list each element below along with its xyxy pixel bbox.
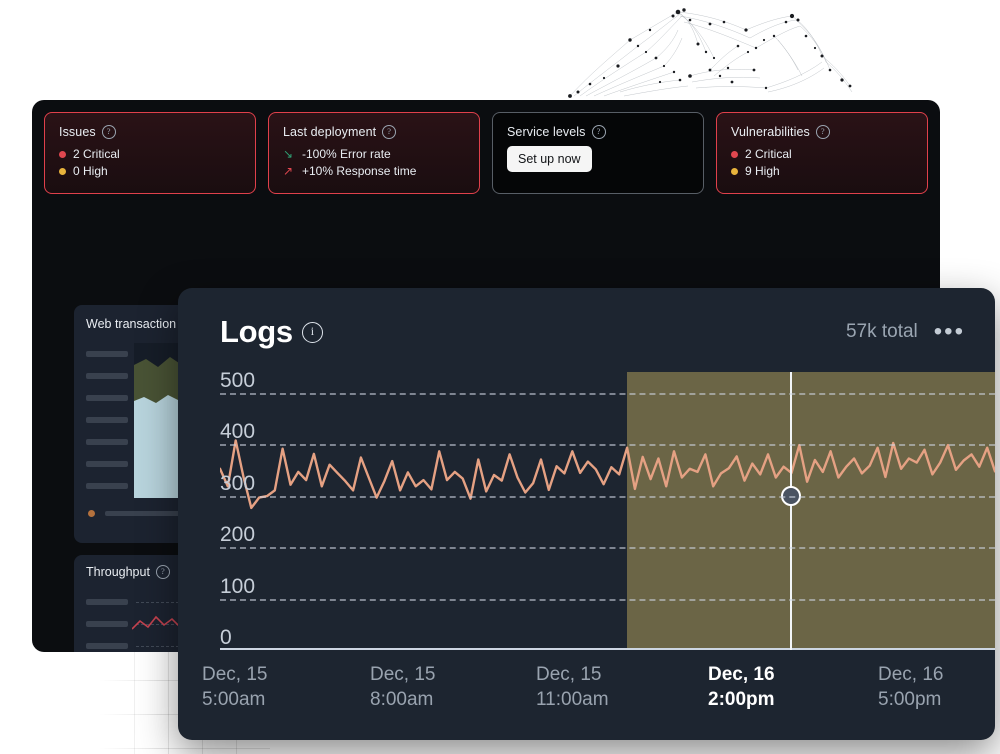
xtick-date: Dec, 15	[202, 662, 267, 687]
card-deployment-row-response: ↗ +10% Response time	[283, 163, 465, 180]
logs-chart-ytick-500: 500	[220, 369, 255, 393]
logs-chart-gridline	[220, 599, 995, 601]
card-issues-row-high: 0 High	[59, 163, 241, 180]
logs-chart-ytick-400: 400	[220, 420, 255, 444]
card-last-deployment-title: Last deployment ?	[283, 125, 465, 139]
card-issues-label: Issues	[59, 125, 96, 139]
logs-chart-xtick: Dec, 158:00am	[370, 662, 435, 712]
card-service-levels-title: Service levels ?	[507, 125, 689, 139]
card-deployment-error-text: -100% Error rate	[302, 146, 391, 163]
logs-chart-ytick-100: 100	[220, 575, 255, 599]
logs-chart-xtick: Dec, 162:00pm	[708, 662, 775, 712]
logs-chart-gridline	[220, 393, 995, 395]
logs-chart-gridline	[220, 547, 995, 549]
logs-chart-ytick-200: 200	[220, 523, 255, 547]
network-node-graphic	[560, 0, 860, 100]
legend-dot-orange	[88, 510, 95, 517]
card-deployment-row-error: ↘ -100% Error rate	[283, 146, 465, 163]
logs-header-controls: 57k total •••	[846, 321, 965, 343]
card-vulnerabilities-row-high: 9 High	[731, 163, 913, 180]
help-icon[interactable]: ?	[592, 125, 606, 139]
logs-chart-plot-area: 500 400 300 200 100 0	[178, 372, 995, 650]
card-service-levels-label: Service levels	[507, 125, 586, 139]
help-icon[interactable]: ?	[382, 125, 396, 139]
logs-chart[interactable]: 500 400 300 200 100 0	[178, 372, 995, 650]
card-vulnerabilities-row-critical: 2 Critical	[731, 146, 913, 163]
logs-chart-gridline	[220, 496, 995, 498]
logs-chart-ytick-0: 0	[220, 626, 232, 650]
card-service-levels[interactable]: Service levels ? Set up now	[492, 112, 704, 194]
logs-title-group: Logs i	[220, 314, 323, 350]
xtick-time: 11:00am	[536, 687, 609, 712]
help-icon[interactable]: ?	[156, 565, 170, 579]
critical-dot-icon	[59, 151, 66, 158]
card-vulnerabilities-high-text: 9 High	[745, 163, 780, 180]
logs-header: Logs i 57k total •••	[178, 288, 995, 350]
panel-throughput-title: Throughput ?	[86, 565, 170, 579]
card-vulnerabilities[interactable]: Vulnerabilities ? 2 Critical 9 High	[716, 112, 928, 194]
arrow-up-right-icon: ↗	[283, 163, 295, 180]
logs-chart-xtick: Dec, 1511:00am	[536, 662, 609, 712]
card-issues-high-text: 0 High	[73, 163, 108, 180]
help-icon[interactable]: ?	[816, 125, 830, 139]
xtick-time: 8:00am	[370, 687, 435, 712]
panel-throughput-title-label: Throughput	[86, 565, 150, 579]
critical-dot-icon	[731, 151, 738, 158]
xtick-date: Dec, 15	[370, 662, 435, 687]
logs-chart-line	[220, 372, 995, 650]
xtick-time: 5:00pm	[878, 687, 943, 712]
card-issues[interactable]: Issues ? 2 Critical 0 High	[44, 112, 256, 194]
logs-panel: Logs i 57k total ••• 500 400 300 200 100 0 De…	[178, 288, 995, 740]
set-up-now-button[interactable]: Set up now	[507, 146, 592, 172]
summary-cards-row: Issues ? 2 Critical 0 High Last deployme…	[44, 112, 928, 194]
logs-chart-xtick: Dec, 155:00am	[202, 662, 267, 712]
card-last-deployment-label: Last deployment	[283, 125, 376, 139]
xtick-time: 2:00pm	[708, 687, 775, 712]
logs-chart-xaxis: Dec, 155:00amDec, 158:00amDec, 1511:00am…	[178, 662, 995, 722]
logs-chart-gridline	[220, 444, 995, 446]
logs-total-count: 57k total	[846, 321, 918, 343]
arrow-down-right-icon: ↘	[283, 146, 295, 163]
card-issues-row-critical: 2 Critical	[59, 146, 241, 163]
logs-title: Logs	[220, 314, 293, 350]
logs-chart-xtick: Dec, 165:00pm	[878, 662, 943, 712]
logs-chart-cursor-line	[790, 372, 792, 650]
high-dot-icon	[731, 168, 738, 175]
xtick-date: Dec, 16	[878, 662, 943, 687]
logs-chart-ytick-300: 300	[220, 472, 255, 496]
xtick-time: 5:00am	[202, 687, 267, 712]
info-icon[interactable]: i	[302, 322, 323, 343]
logs-kebab-menu[interactable]: •••	[934, 327, 965, 337]
high-dot-icon	[59, 168, 66, 175]
xtick-date: Dec, 15	[536, 662, 609, 687]
card-issues-critical-text: 2 Critical	[73, 146, 120, 163]
card-issues-title: Issues ?	[59, 125, 241, 139]
card-vulnerabilities-title: Vulnerabilities ?	[731, 125, 913, 139]
card-vulnerabilities-critical-text: 2 Critical	[745, 146, 792, 163]
xtick-date: Dec, 16	[708, 662, 775, 687]
card-deployment-response-text: +10% Response time	[302, 163, 416, 180]
card-vulnerabilities-label: Vulnerabilities	[731, 125, 810, 139]
logs-chart-baseline	[220, 648, 995, 650]
card-last-deployment[interactable]: Last deployment ? ↘ -100% Error rate ↗ +…	[268, 112, 480, 194]
help-icon[interactable]: ?	[102, 125, 116, 139]
